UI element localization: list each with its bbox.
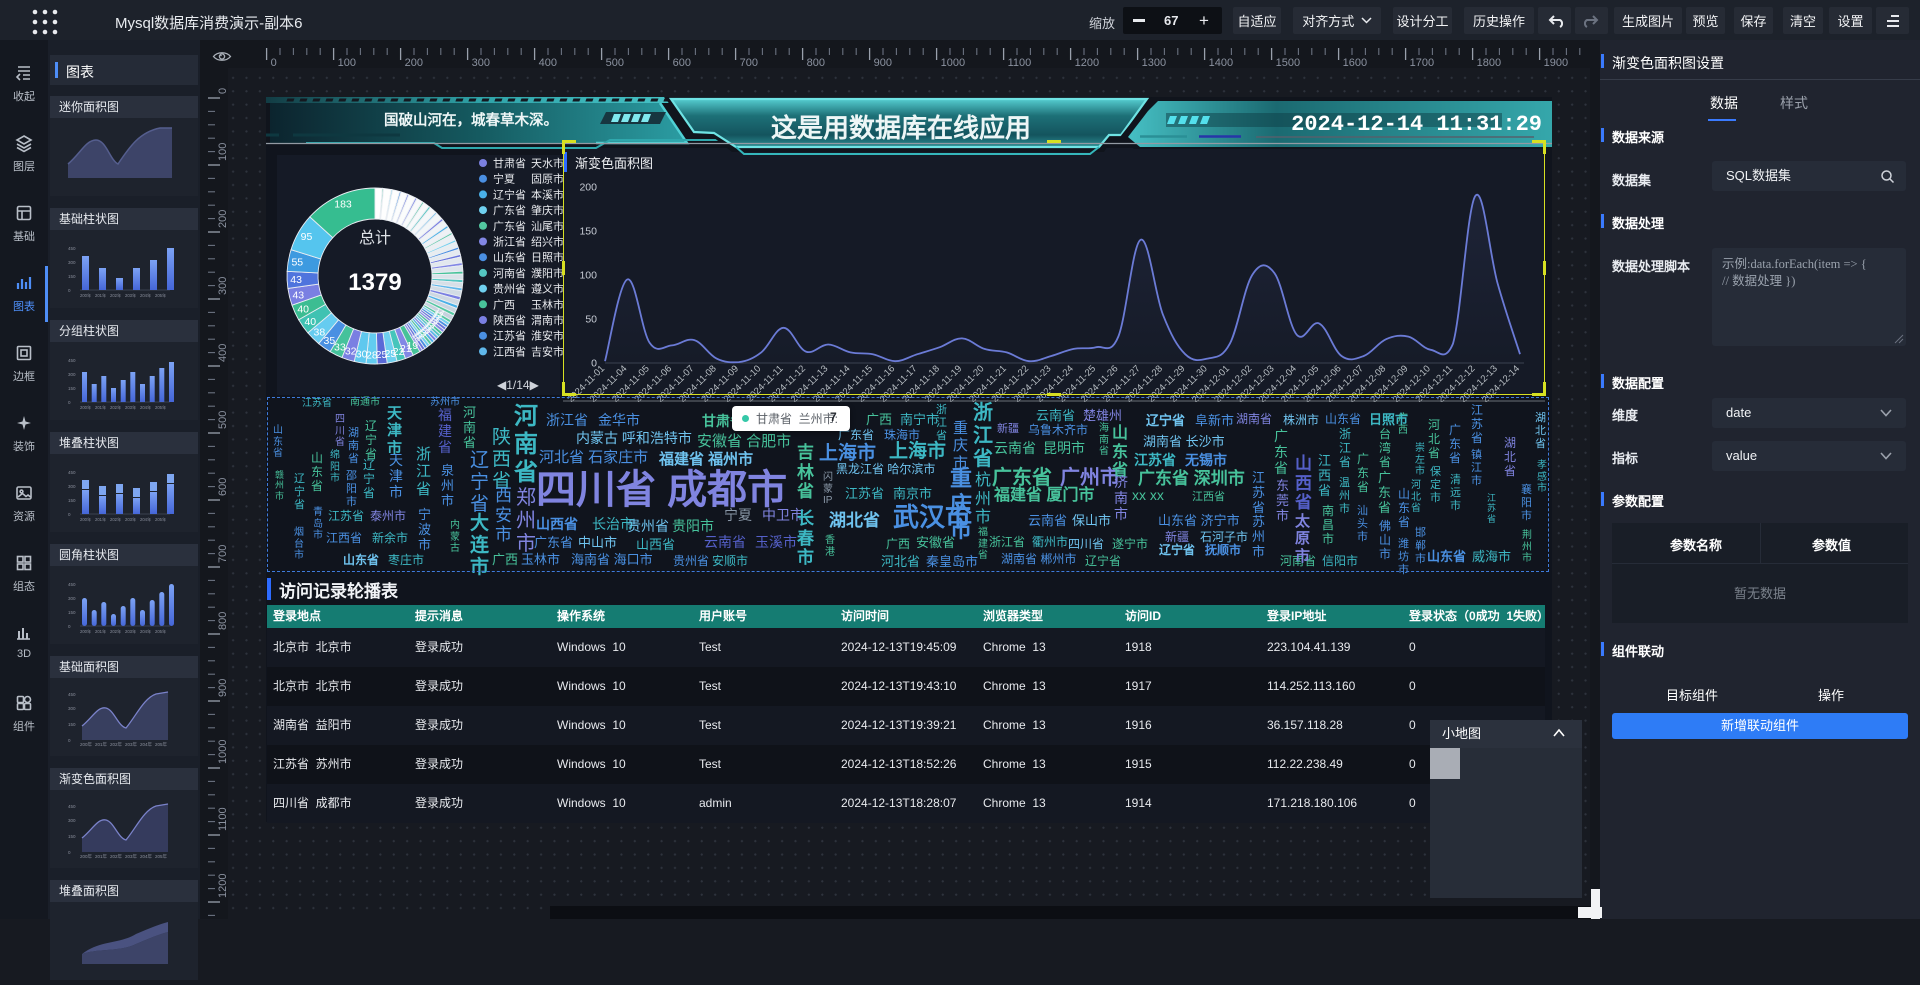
svg-text:150: 150	[68, 722, 76, 727]
svg-text:1600: 1600	[1343, 57, 1367, 68]
svg-text:0: 0	[217, 88, 228, 94]
svg-text:200: 200	[217, 210, 228, 228]
svg-text:600: 600	[217, 478, 228, 496]
svg-text:204年: 204年	[140, 628, 151, 635]
svg-text:300: 300	[68, 706, 76, 711]
svg-text:300: 300	[217, 277, 228, 295]
svg-text:203年: 203年	[125, 853, 138, 860]
svg-text:150: 150	[68, 498, 76, 503]
svg-text:100: 100	[338, 57, 356, 68]
svg-text:202年: 202年	[110, 404, 121, 411]
svg-text:400: 400	[217, 344, 228, 362]
svg-text:200年: 200年	[80, 404, 91, 411]
svg-text:1200: 1200	[1075, 57, 1099, 68]
svg-text:这是用数据库在线应用: 这是用数据库在线应用	[771, 113, 1031, 143]
svg-text:204年: 204年	[140, 404, 151, 411]
svg-text:202年: 202年	[110, 853, 123, 860]
svg-text:200年: 200年	[80, 853, 93, 860]
svg-text:203年: 203年	[125, 516, 136, 523]
svg-text:200: 200	[405, 57, 423, 68]
svg-text:1100: 1100	[217, 807, 228, 831]
svg-text:150: 150	[68, 610, 76, 615]
svg-text:300: 300	[68, 372, 76, 377]
svg-text:150: 150	[68, 834, 76, 839]
svg-text:1200: 1200	[217, 874, 228, 898]
svg-text:500: 500	[606, 57, 624, 68]
svg-text:204年: 204年	[140, 292, 151, 299]
svg-text:205年: 205年	[155, 292, 166, 299]
svg-text:1400: 1400	[1209, 57, 1233, 68]
svg-text:201年: 201年	[95, 404, 106, 411]
svg-text:0: 0	[68, 624, 71, 629]
svg-text:0: 0	[271, 57, 277, 68]
svg-text:2024-12-14 11:31:29: 2024-12-14 11:31:29	[1291, 112, 1542, 137]
svg-text:900: 900	[217, 679, 228, 697]
svg-text:205年: 205年	[155, 404, 166, 411]
svg-text:0: 0	[68, 400, 71, 405]
svg-text:0: 0	[68, 850, 71, 855]
svg-text:300: 300	[68, 484, 76, 489]
svg-text:204年: 204年	[140, 516, 151, 523]
svg-text:205年: 205年	[155, 516, 166, 523]
svg-text:200年: 200年	[80, 741, 93, 748]
svg-text:450: 450	[68, 692, 76, 697]
svg-text:700: 700	[217, 545, 228, 563]
svg-text:1100: 1100	[1008, 57, 1032, 68]
svg-text:0: 0	[68, 512, 71, 517]
svg-text:800: 800	[807, 57, 825, 68]
svg-text:300: 300	[68, 596, 76, 601]
svg-text:204年: 204年	[140, 853, 153, 860]
svg-text:202年: 202年	[110, 741, 123, 748]
svg-text:203年: 203年	[125, 292, 136, 299]
svg-text:202年: 202年	[110, 516, 121, 523]
svg-text:201年: 201年	[95, 292, 106, 299]
svg-text:200年: 200年	[80, 628, 91, 635]
svg-text:204年: 204年	[140, 741, 153, 748]
svg-text:200年: 200年	[80, 292, 91, 299]
svg-text:700: 700	[740, 57, 758, 68]
svg-text:201年: 201年	[95, 853, 108, 860]
svg-text:1700: 1700	[1410, 57, 1434, 68]
svg-text:600: 600	[673, 57, 691, 68]
svg-text:201年: 201年	[95, 516, 106, 523]
svg-text:203年: 203年	[125, 404, 136, 411]
svg-text:国破山河在，城春草木深。: 国破山河在，城春草木深。	[384, 111, 558, 129]
svg-text:0: 0	[68, 288, 71, 293]
svg-text:201年: 201年	[95, 741, 108, 748]
svg-text:400: 400	[539, 57, 557, 68]
svg-text:0: 0	[68, 738, 71, 743]
svg-text:100: 100	[217, 143, 228, 161]
svg-text:203年: 203年	[125, 741, 138, 748]
svg-text:1900: 1900	[1544, 57, 1568, 68]
svg-text:800: 800	[217, 612, 228, 630]
svg-text:205年: 205年	[155, 741, 168, 748]
svg-text:150: 150	[68, 274, 76, 279]
svg-text:205年: 205年	[155, 853, 168, 860]
svg-text:1000: 1000	[941, 57, 965, 68]
svg-text:1800: 1800	[1477, 57, 1501, 68]
svg-text:205年: 205年	[155, 628, 166, 635]
svg-text:150: 150	[68, 386, 76, 391]
svg-text:900: 900	[874, 57, 892, 68]
svg-text:450: 450	[68, 246, 76, 251]
svg-text:450: 450	[68, 470, 76, 475]
svg-text:201年: 201年	[95, 628, 106, 635]
svg-text:450: 450	[68, 358, 76, 363]
svg-text:200年: 200年	[80, 516, 91, 523]
svg-text:202年: 202年	[110, 628, 121, 635]
svg-text:202年: 202年	[110, 292, 121, 299]
svg-text:500: 500	[217, 411, 228, 429]
svg-text:450: 450	[68, 804, 76, 809]
svg-text:300: 300	[68, 260, 76, 265]
svg-text:300: 300	[472, 57, 490, 68]
svg-text:450: 450	[68, 582, 76, 587]
svg-text:1000: 1000	[217, 740, 228, 764]
svg-text:1500: 1500	[1276, 57, 1300, 68]
svg-text:203年: 203年	[125, 628, 136, 635]
svg-text:1300: 1300	[1142, 57, 1166, 68]
svg-text:300: 300	[68, 818, 76, 823]
